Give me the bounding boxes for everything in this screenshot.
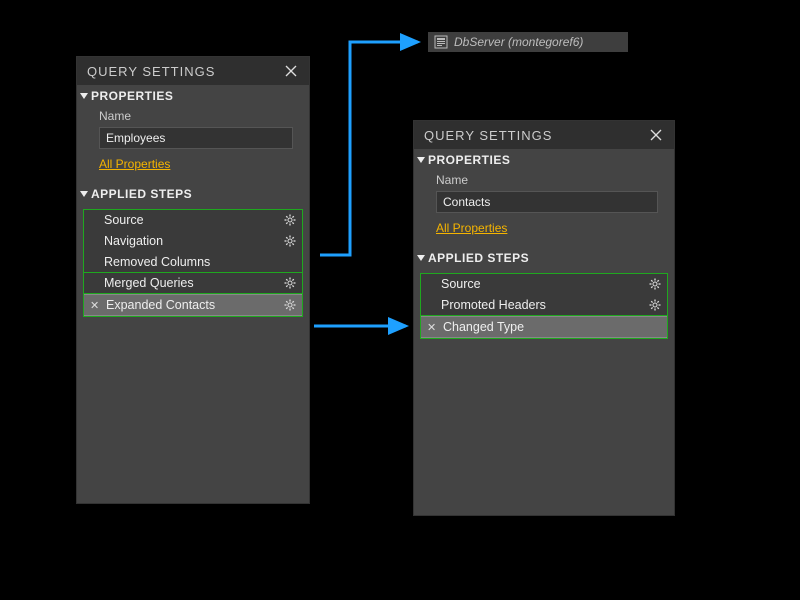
chevron-down-icon	[80, 191, 88, 197]
applied-steps-header[interactable]: APPLIED STEPS	[77, 183, 309, 205]
panel-empty-area	[414, 345, 674, 515]
gear-icon[interactable]	[284, 235, 296, 247]
dbserver-chip[interactable]: DbServer (montegoref6)	[428, 32, 628, 52]
step-item[interactable]: Source	[84, 210, 302, 231]
gear-icon[interactable]	[284, 299, 296, 311]
applied-steps-header-label: APPLIED STEPS	[428, 251, 529, 265]
all-properties-link[interactable]: All Properties	[99, 157, 170, 171]
chevron-down-icon	[417, 157, 425, 163]
step-item[interactable]: Merged Queries	[84, 273, 302, 294]
database-icon	[434, 35, 448, 49]
step-item[interactable]: Promoted Headers	[421, 295, 667, 316]
gear-icon[interactable]	[284, 214, 296, 226]
step-label: Removed Columns	[104, 255, 210, 269]
name-input[interactable]	[99, 127, 293, 149]
step-label: Merged Queries	[104, 276, 194, 290]
gear-icon[interactable]	[284, 277, 296, 289]
applied-steps-list: Source Navigation Removed Columns Merged…	[83, 209, 303, 317]
step-label: Source	[104, 213, 144, 227]
arrow-to-contacts-panel	[310, 316, 420, 339]
query-settings-panel-left: QUERY SETTINGS PROPERTIES Name All Prope…	[76, 56, 310, 504]
step-label: Source	[441, 277, 481, 291]
dbserver-label: DbServer (montegoref6)	[454, 35, 583, 49]
properties-header-label: PROPERTIES	[91, 89, 173, 103]
applied-steps-header[interactable]: APPLIED STEPS	[414, 247, 674, 269]
applied-steps-header-label: APPLIED STEPS	[91, 187, 192, 201]
query-settings-panel-right: QUERY SETTINGS PROPERTIES Name All Prope…	[413, 120, 675, 516]
chevron-down-icon	[80, 93, 88, 99]
panel-header: QUERY SETTINGS	[77, 57, 309, 85]
step-label: Promoted Headers	[441, 298, 546, 312]
step-label: Changed Type	[443, 320, 524, 334]
delete-step-icon[interactable]: ✕	[90, 299, 100, 312]
step-item[interactable]: ✕ Changed Type	[421, 316, 667, 338]
gear-icon[interactable]	[649, 299, 661, 311]
close-icon[interactable]	[283, 63, 299, 79]
step-item[interactable]: ✕ Expanded Contacts	[84, 294, 302, 316]
chevron-down-icon	[417, 255, 425, 261]
panel-header: QUERY SETTINGS	[414, 121, 674, 149]
close-icon[interactable]	[648, 127, 664, 143]
step-label: Navigation	[104, 234, 163, 248]
properties-header[interactable]: PROPERTIES	[77, 85, 309, 107]
panel-title: QUERY SETTINGS	[87, 64, 215, 79]
all-properties-link[interactable]: All Properties	[436, 221, 507, 235]
panel-title: QUERY SETTINGS	[424, 128, 552, 143]
step-item[interactable]: Source	[421, 274, 667, 295]
name-label: Name	[87, 107, 299, 127]
properties-header-label: PROPERTIES	[428, 153, 510, 167]
name-input[interactable]	[436, 191, 658, 213]
applied-steps-list: Source Promoted Headers ✕ Changed Type	[420, 273, 668, 339]
step-item[interactable]: Navigation	[84, 231, 302, 252]
delete-step-icon[interactable]: ✕	[427, 321, 437, 334]
panel-empty-area	[77, 323, 309, 503]
properties-header[interactable]: PROPERTIES	[414, 149, 674, 171]
step-item[interactable]: Removed Columns	[84, 252, 302, 273]
name-label: Name	[424, 171, 664, 191]
gear-icon[interactable]	[649, 278, 661, 290]
step-label: Expanded Contacts	[106, 298, 215, 312]
